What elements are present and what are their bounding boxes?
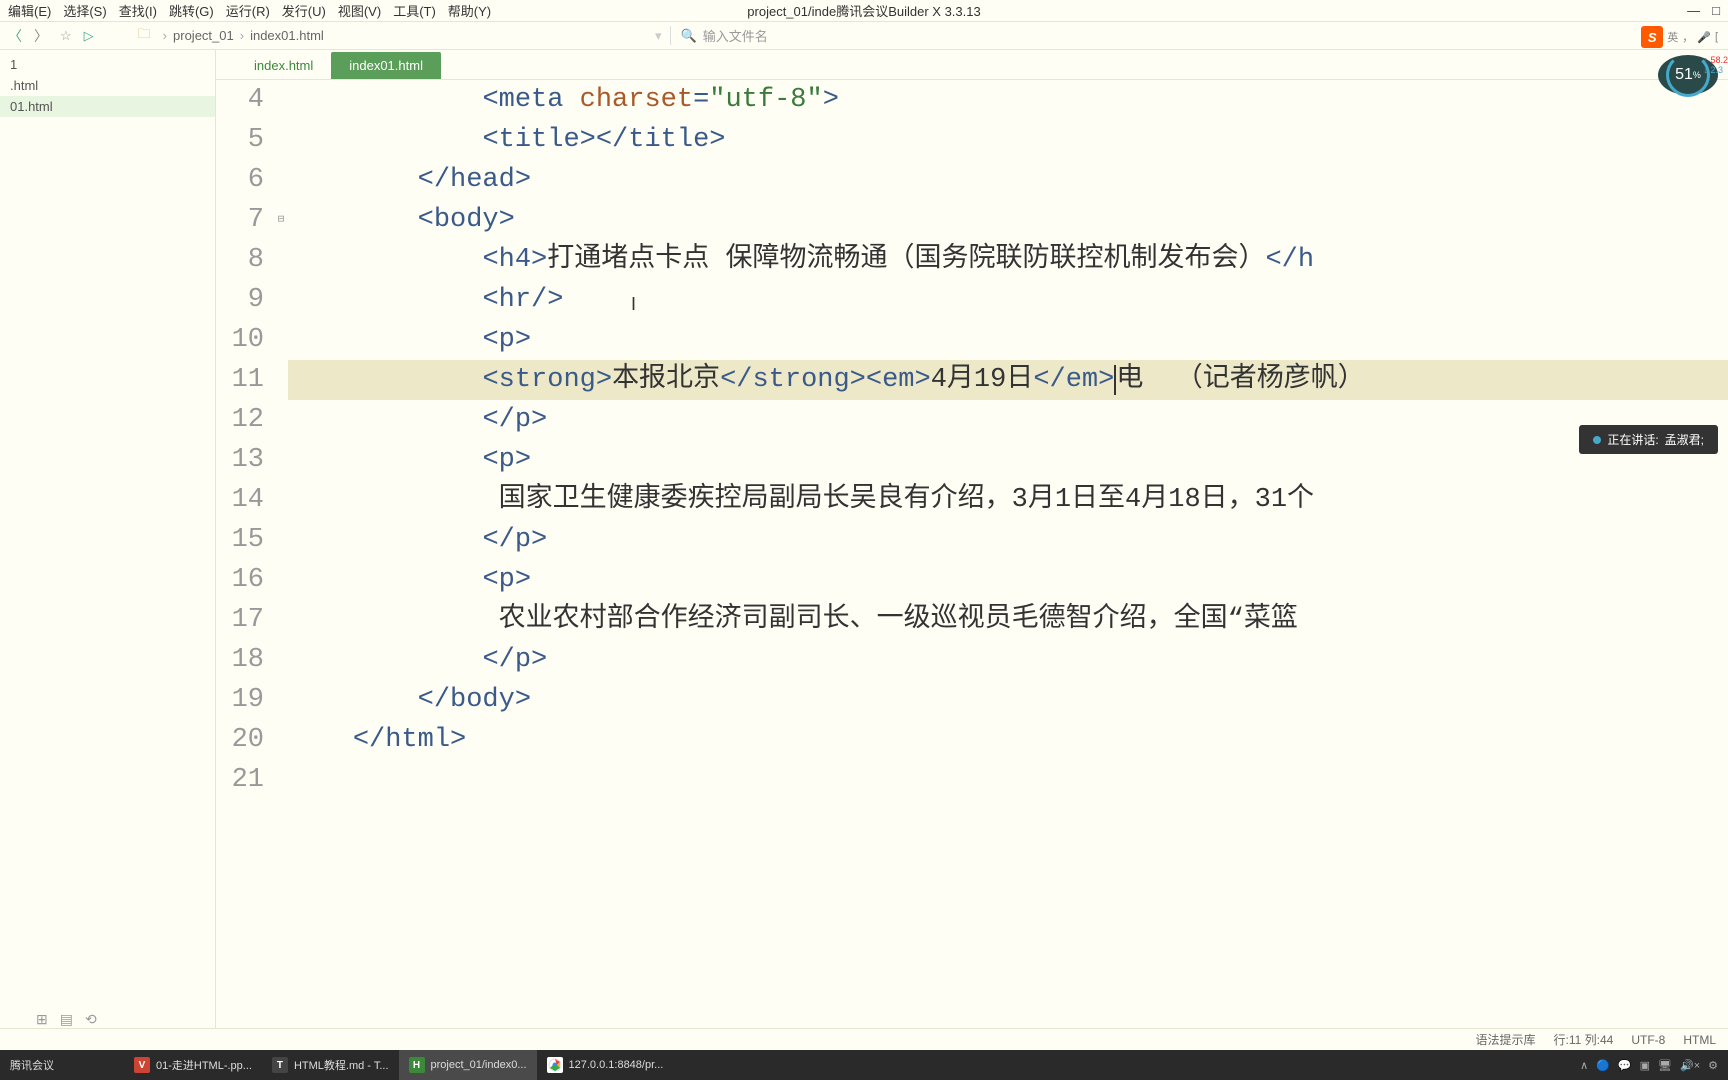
- status-encoding[interactable]: UTF-8: [1631, 1033, 1665, 1047]
- taskbar-item[interactable]: V01-走进HTML-.pp...: [124, 1050, 262, 1080]
- nav-forward-icon[interactable]: 〉: [34, 26, 48, 46]
- editor-tabs: index.html index01.html: [216, 50, 1728, 80]
- nav-back-icon[interactable]: 〈: [8, 26, 22, 46]
- speaking-indicator: 正在讲话: 孟淑君;: [1579, 425, 1718, 454]
- window-title: project_01/inde腾讯会议Builder X 3.3.13: [747, 1, 980, 20]
- tray-icon[interactable]: 💬: [1618, 1059, 1632, 1072]
- menu-tools[interactable]: 工具(T): [393, 1, 436, 20]
- taskbar: 腾讯会议 V01-走进HTML-.pp...THTML教程.md - T...H…: [0, 1050, 1728, 1080]
- statusbar: 语法提示库 行:11 列:44 UTF-8 HTML: [0, 1028, 1728, 1050]
- sync-icon[interactable]: ⟲: [85, 1011, 97, 1028]
- fold-column[interactable]: ⊟: [274, 80, 288, 1028]
- menu-help[interactable]: 帮助(Y): [448, 1, 491, 20]
- bottom-toolbar: ⊞ ▤ ⟲: [36, 1011, 97, 1028]
- breadcrumb[interactable]: › project_01 › index01.html: [163, 28, 324, 43]
- list-icon[interactable]: ⊞: [36, 1011, 48, 1028]
- favorite-icon[interactable]: ☆: [60, 28, 72, 44]
- terminal-icon[interactable]: ▤: [60, 1011, 73, 1028]
- menu-find[interactable]: 查找(I): [119, 1, 157, 20]
- menu-goto[interactable]: 跳转(G): [169, 1, 214, 20]
- sidebar-item[interactable]: .html: [0, 75, 215, 96]
- menu-run[interactable]: 运行(R): [226, 1, 270, 20]
- menu-publish[interactable]: 发行(U): [282, 1, 326, 20]
- menubar: 编辑(E) 选择(S) 查找(I) 跳转(G) 运行(R) 发行(U) 视图(V…: [0, 0, 1728, 22]
- tray-icon[interactable]: ⚙: [1708, 1059, 1718, 1072]
- sidebar-item-active[interactable]: 01.html: [0, 96, 215, 117]
- line-gutter: 456789101112131415161718192021: [216, 80, 274, 1028]
- toolbar: 〈 〉 ☆ ▷ 🗀 › project_01 › index01.html ▾ …: [0, 22, 1728, 50]
- file-explorer: 1 .html 01.html: [0, 50, 216, 1028]
- taskbar-item[interactable]: THTML教程.md - T...: [262, 1050, 399, 1080]
- dropdown-icon[interactable]: ▾: [655, 28, 662, 44]
- status-position[interactable]: 行:11 列:44: [1554, 1031, 1614, 1048]
- code-area[interactable]: <meta charset="utf-8"> <title></title> <…: [288, 80, 1728, 1028]
- network-stats: ↑ 58.2 ↓ 2.3: [1703, 55, 1728, 75]
- tray-icon[interactable]: 🔵: [1596, 1059, 1610, 1072]
- system-tray[interactable]: ∧ 🔵 💬 ▣ 🖥 🔊× ⚙: [1580, 1059, 1728, 1072]
- minimize-icon[interactable]: —: [1687, 3, 1700, 18]
- tray-icon[interactable]: ∧: [1580, 1059, 1588, 1072]
- code-editor[interactable]: 456789101112131415161718192021 ⊟ <meta c…: [216, 80, 1728, 1028]
- tray-icon[interactable]: 🖥: [1658, 1059, 1672, 1072]
- run-icon[interactable]: ▷: [84, 28, 94, 44]
- tab-index[interactable]: index.html: [236, 52, 331, 79]
- menu-edit[interactable]: 编辑(E): [8, 1, 51, 20]
- taskbar-meeting[interactable]: 腾讯会议: [0, 1050, 64, 1080]
- maximize-icon[interactable]: □: [1712, 3, 1720, 18]
- ime-indicator[interactable]: S 英 ， 🎤 [: [1641, 26, 1718, 48]
- menu-select[interactable]: 选择(S): [63, 1, 106, 20]
- status-syntax[interactable]: 语法提示库: [1476, 1031, 1536, 1048]
- mic-icon: 🎤: [1697, 31, 1711, 44]
- folder-icon: 🗀: [138, 25, 151, 47]
- tray-icon[interactable]: ▣: [1640, 1059, 1650, 1072]
- search-input[interactable]: 输入文件名: [703, 26, 768, 45]
- sidebar-item[interactable]: 1: [0, 54, 215, 75]
- menu-view[interactable]: 视图(V): [338, 1, 381, 20]
- mic-icon: [1593, 436, 1601, 444]
- tab-index01[interactable]: index01.html: [331, 52, 441, 79]
- text-cursor-icon: I: [631, 294, 636, 315]
- status-language[interactable]: HTML: [1683, 1033, 1716, 1047]
- search-icon[interactable]: 🔍: [681, 28, 697, 44]
- tray-icon[interactable]: 🔊×: [1680, 1059, 1700, 1072]
- taskbar-item[interactable]: Hproject_01/index0...: [399, 1050, 537, 1080]
- taskbar-item[interactable]: 127.0.0.1:8848/pr...: [537, 1050, 674, 1080]
